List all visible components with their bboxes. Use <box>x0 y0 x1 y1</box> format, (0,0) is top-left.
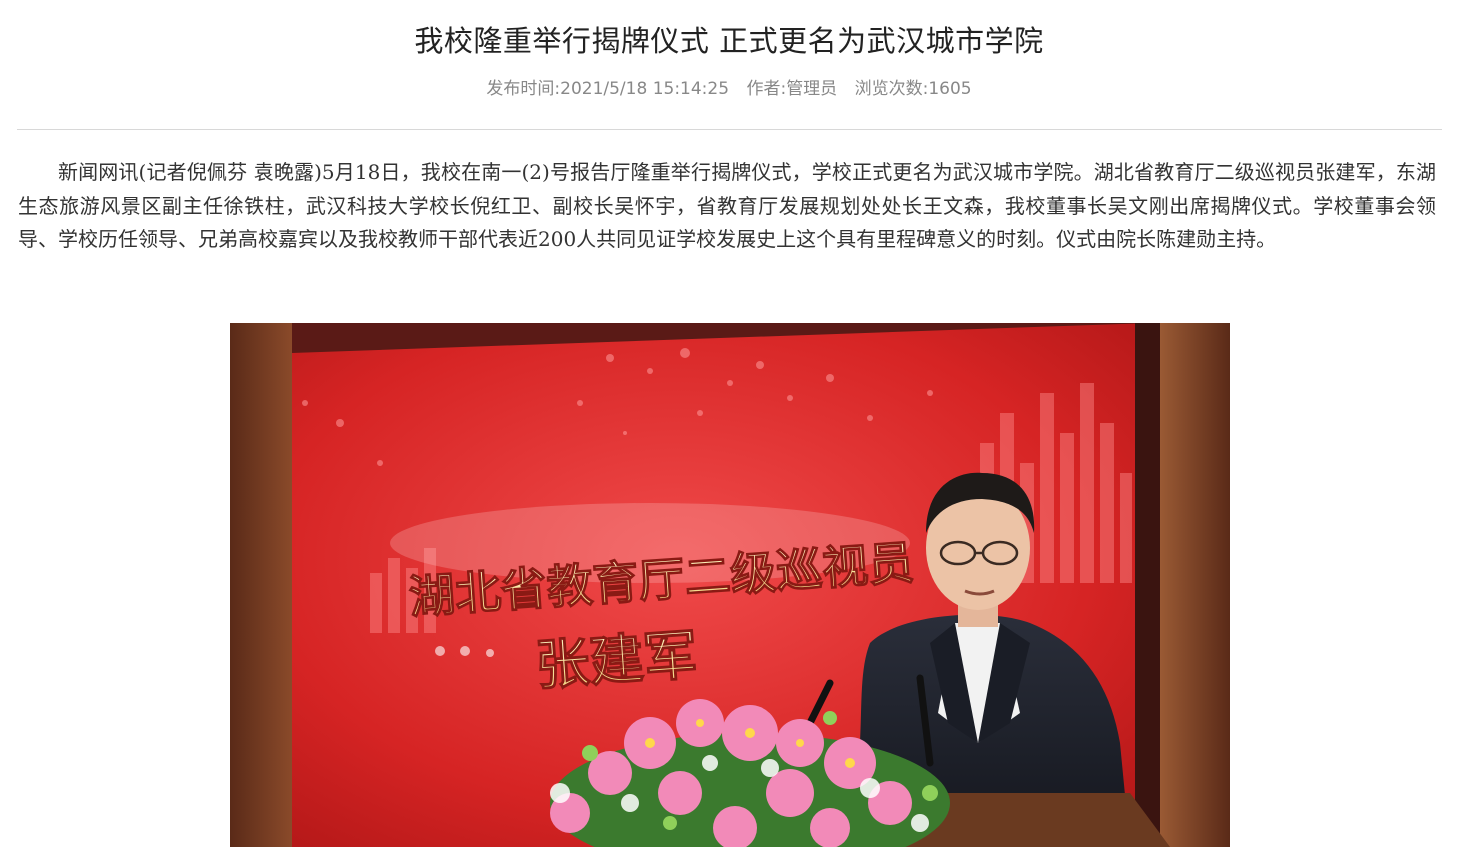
publish-time: 发布时间:2021/5/18 15:14:25 <box>486 79 729 99</box>
banner-line-2: 张建军 <box>533 622 699 697</box>
article-meta: 发布时间:2021/5/18 15:14:25 作者:管理员 浏览次数:1605 <box>0 74 1458 99</box>
left-wall <box>230 323 292 847</box>
photo-illustration: 湖北省教育厅二级巡视员 张建军 <box>230 323 1230 847</box>
author: 作者:管理员 <box>746 79 837 99</box>
right-wall <box>1160 323 1230 847</box>
author-value: 管理员 <box>786 79 838 99</box>
views-value: 1605 <box>928 79 972 99</box>
publish-label: 发布时间: <box>486 79 561 99</box>
view-count: 浏览次数:1605 <box>855 79 972 99</box>
views-label: 浏览次数: <box>854 79 929 99</box>
article-body: 新闻网讯(记者倪佩芬 袁晚露)5月18日，我校在南一(2)号报告厅隆重举行揭牌仪… <box>18 160 1436 251</box>
publish-value: 2021/5/18 15:14:25 <box>560 79 730 99</box>
article-page: 我校隆重举行揭牌仪式 正式更名为武汉城市学院 发布时间:2021/5/18 15… <box>0 0 1472 847</box>
author-label: 作者: <box>746 79 787 99</box>
article-title: 我校隆重举行揭牌仪式 正式更名为武汉城市学院 <box>414 24 1044 58</box>
title-divider <box>17 129 1442 130</box>
article-photo: 湖北省教育厅二级巡视员 张建军 <box>230 323 1230 847</box>
screen-frame <box>1135 323 1160 847</box>
